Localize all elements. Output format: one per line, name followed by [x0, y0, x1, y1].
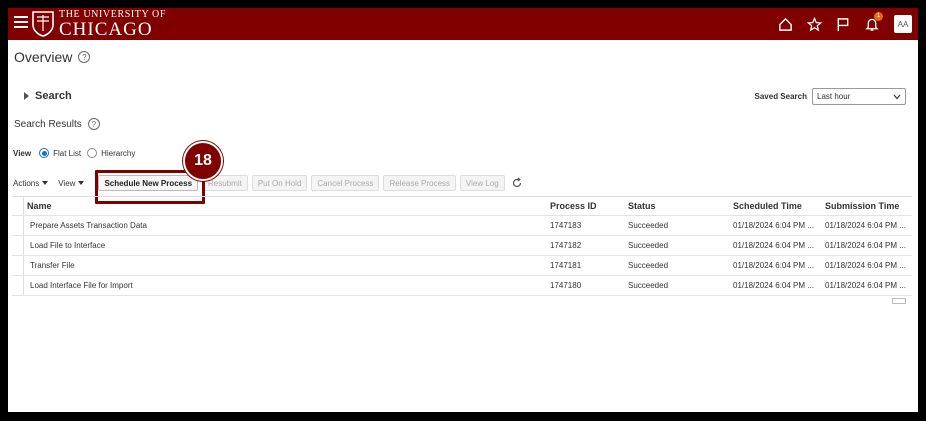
column-header-scheduled-time[interactable]: Scheduled Time — [733, 201, 825, 211]
horizontal-scroll-handle[interactable] — [892, 298, 906, 304]
cell-name: Prepare Assets Transaction Data — [30, 221, 147, 230]
tutorial-step-badge: 18 — [183, 141, 223, 181]
cell-status: Succeeded — [628, 281, 669, 290]
radio-selected-icon[interactable] — [39, 148, 50, 158]
university-logo[interactable]: THE UNIVERSITY OF CHICAGO — [32, 8, 167, 40]
logo-line-2: CHICAGO — [59, 18, 153, 40]
cell-name: Load Interface File for Import — [30, 281, 133, 290]
caret-down-icon — [42, 181, 49, 185]
notification-count-badge: 1 — [874, 12, 883, 21]
row-selector-header — [12, 197, 24, 215]
notifications-bell-icon[interactable]: 1 — [862, 12, 883, 34]
hierarchy-radio[interactable]: Hierarchy — [87, 148, 135, 158]
cell-process-id: 1747181 — [550, 261, 582, 270]
view-mode-label: View — [13, 148, 32, 158]
user-avatar[interactable]: AA — [894, 15, 912, 33]
saved-search-select[interactable]: Last hour — [812, 88, 906, 105]
row-selector[interactable] — [12, 216, 24, 235]
cell-process-id: 1747180 — [550, 281, 582, 290]
star-icon[interactable] — [804, 14, 824, 34]
cell-name: Load File to Interface — [30, 241, 106, 250]
flat-list-radio[interactable]: Flat List — [39, 148, 81, 158]
cell-status: Succeeded — [628, 221, 669, 230]
table-header-row: Name Process ID Status Scheduled Time Su… — [12, 197, 912, 216]
table-row[interactable]: Load File to Interface 1747182 Succeeded… — [12, 236, 912, 256]
search-results-heading: Search Results ? — [14, 118, 100, 130]
view-log-button[interactable]: View Log — [459, 175, 505, 191]
cell-submission-time: 01/18/2024 6:04 PM ... — [825, 241, 906, 250]
cell-scheduled-time: 01/18/2024 6:04 PM ... — [733, 281, 814, 290]
cancel-process-button[interactable]: Cancel Process — [311, 175, 380, 191]
hamburger-menu-icon[interactable] — [14, 16, 28, 30]
help-icon[interactable]: ? — [78, 51, 91, 63]
row-selector[interactable] — [12, 276, 24, 295]
search-section-toggle[interactable]: Search — [24, 90, 72, 102]
cell-submission-time: 01/18/2024 6:04 PM ... — [825, 281, 906, 290]
cell-scheduled-time: 01/18/2024 6:04 PM ... — [733, 261, 814, 270]
flag-icon[interactable] — [833, 14, 853, 34]
top-header: THE UNIVERSITY OF CHICAGO 1 AA — [8, 8, 918, 40]
cell-process-id: 1747183 — [550, 221, 582, 230]
search-results-title: Search Results — [14, 118, 82, 130]
column-header-process-id[interactable]: Process ID — [550, 201, 628, 211]
cell-submission-time: 01/18/2024 6:04 PM ... — [825, 261, 906, 270]
page-title-row: Overview ? — [14, 49, 91, 65]
actions-menu[interactable]: Actions — [13, 178, 49, 188]
cell-process-id: 1747182 — [550, 241, 582, 250]
cell-scheduled-time: 01/18/2024 6:04 PM ... — [733, 241, 814, 250]
help-icon[interactable]: ? — [87, 118, 100, 130]
saved-search: Saved Search Last hour — [755, 88, 906, 105]
logo-line-1: THE UNIVERSITY OF — [59, 8, 167, 20]
crest-icon — [32, 11, 54, 37]
search-section-label: Search — [35, 90, 72, 102]
table-row[interactable]: Prepare Assets Transaction Data 1747183 … — [12, 216, 912, 236]
row-selector[interactable] — [12, 236, 24, 255]
table-row[interactable]: Load Interface File for Import 1747180 S… — [12, 276, 912, 296]
expand-triangle-icon — [24, 92, 29, 100]
cell-status: Succeeded — [628, 261, 669, 270]
saved-search-label: Saved Search — [754, 92, 807, 101]
view-menu[interactable]: View — [58, 178, 85, 188]
column-header-name[interactable]: Name — [24, 201, 550, 211]
view-mode-row: View Flat List Hierarchy — [13, 148, 141, 158]
radio-unselected-icon[interactable] — [87, 148, 98, 158]
cell-status: Succeeded — [628, 241, 669, 250]
process-table: Name Process ID Status Scheduled Time Su… — [12, 196, 912, 296]
process-toolbar: Actions View Schedule New Process Resubm… — [13, 174, 523, 192]
column-header-status[interactable]: Status — [628, 201, 733, 211]
table-row[interactable]: Transfer File 1747181 Succeeded 01/18/20… — [12, 256, 912, 276]
actions-menu-label: Actions — [13, 178, 40, 188]
caret-down-icon — [78, 181, 85, 185]
cell-name: Transfer File — [30, 261, 75, 270]
hierarchy-label: Hierarchy — [101, 148, 136, 158]
cell-submission-time: 01/18/2024 6:04 PM ... — [825, 221, 906, 230]
page-title: Overview — [14, 49, 73, 65]
release-process-button[interactable]: Release Process — [383, 175, 456, 191]
put-on-hold-button[interactable]: Put On Hold — [251, 175, 308, 191]
app-window: THE UNIVERSITY OF CHICAGO 1 AA Overview … — [8, 8, 918, 412]
saved-search-value: Last hour — [817, 92, 851, 101]
cell-scheduled-time: 01/18/2024 6:04 PM ... — [733, 221, 814, 230]
refresh-icon[interactable] — [511, 177, 523, 189]
home-icon[interactable] — [775, 14, 795, 34]
chevron-down-icon — [893, 94, 901, 99]
flat-list-label: Flat List — [53, 148, 82, 158]
view-menu-label: View — [58, 178, 76, 188]
column-header-submission-time[interactable]: Submission Time — [825, 201, 910, 211]
row-selector[interactable] — [12, 256, 24, 275]
